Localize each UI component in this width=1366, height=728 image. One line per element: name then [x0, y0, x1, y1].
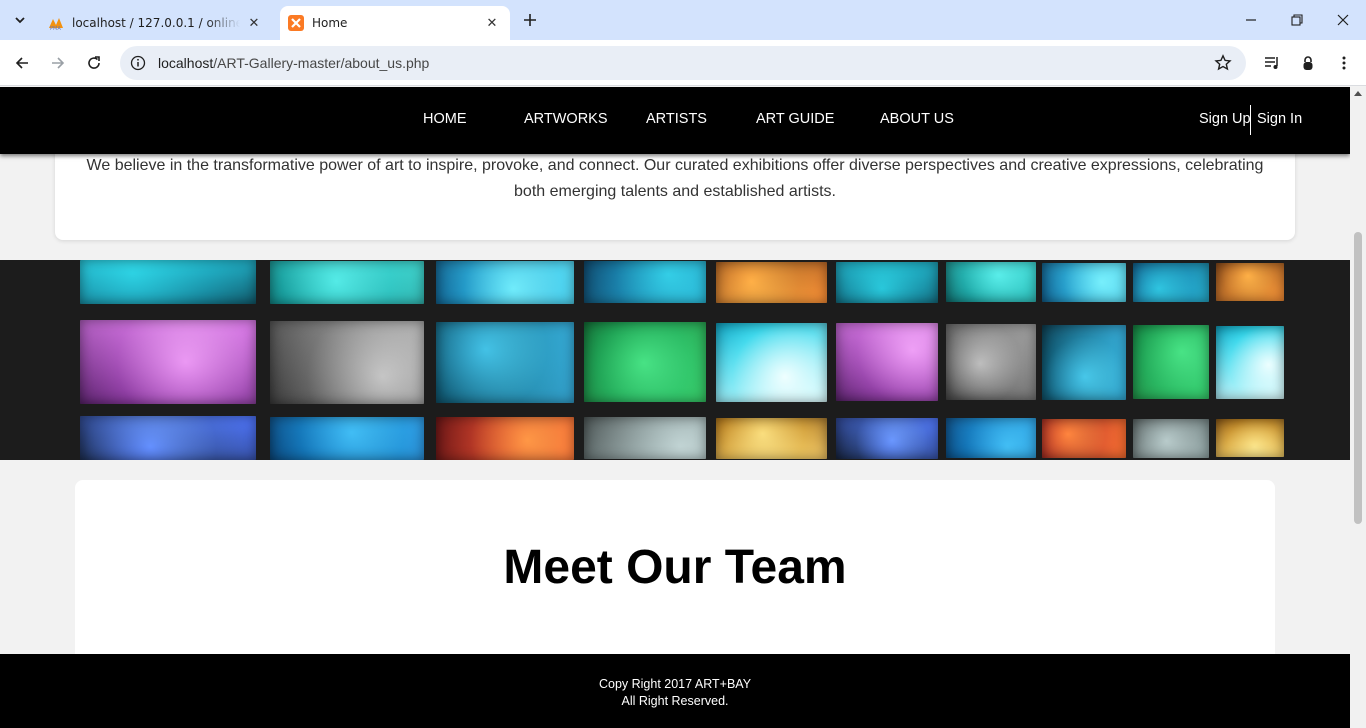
close-icon[interactable]: ✕	[484, 15, 500, 31]
plus-icon	[524, 14, 536, 26]
banner-screen-tile	[1042, 324, 1126, 400]
site-navbar: HOME ARTWORKS ARTISTS ART GUIDE ABOUT US…	[0, 87, 1350, 154]
lock-extension-icon	[1303, 56, 1313, 70]
new-tab-button[interactable]	[520, 10, 540, 30]
banner-screen-tile	[1133, 325, 1209, 399]
banner-screen-tile	[1133, 418, 1209, 458]
banner-screen-tile	[436, 321, 574, 403]
back-button[interactable]	[10, 51, 34, 75]
media-queue-icon	[1265, 57, 1278, 69]
bookmark-star-icon[interactable]	[1214, 54, 1232, 72]
banner-screen-tile	[270, 260, 424, 304]
banner-screen-tile	[1133, 262, 1209, 302]
banner-screen-tile	[946, 418, 1036, 458]
close-window-button[interactable]	[1331, 8, 1355, 32]
arrow-right-icon	[52, 57, 65, 69]
reload-icon	[88, 56, 100, 69]
page-viewport: HOME ARTWORKS ARTISTS ART GUIDE ABOUT US…	[0, 87, 1350, 728]
banner-screen-tile	[80, 320, 256, 404]
banner-screen-tile	[1216, 325, 1284, 399]
browser-menu-button[interactable]	[1332, 51, 1356, 75]
tab-title: localhost / 127.0.0.1 / online_art_galle…	[72, 16, 240, 30]
nav-about-us-link[interactable]: ABOUT US	[880, 111, 954, 127]
banner-screen-tile	[80, 260, 256, 304]
scrollbar-thumb[interactable]	[1354, 232, 1362, 524]
banner-screen-tile	[584, 261, 706, 303]
close-icon	[1337, 14, 1349, 26]
close-icon[interactable]: ✕	[246, 15, 262, 31]
banner-screen-tile	[716, 417, 827, 459]
site-info-icon[interactable]	[130, 55, 146, 71]
banner-screen-tile	[80, 416, 256, 460]
extension-button[interactable]	[1296, 51, 1320, 75]
tab-search-button[interactable]	[8, 8, 32, 32]
scroll-up-arrow-icon[interactable]	[1354, 91, 1362, 96]
restore-button[interactable]	[1285, 8, 1309, 32]
banner-screen-tile	[436, 260, 574, 304]
more-vertical-icon	[1342, 56, 1346, 70]
banner-screen-tile	[836, 323, 938, 401]
gallery-banner-image	[0, 260, 1350, 460]
tab-home[interactable]: Home ✕	[280, 6, 510, 40]
nav-artists-link[interactable]: ARTISTS	[646, 111, 707, 127]
forward-button[interactable]	[46, 51, 70, 75]
minimize-icon	[1246, 19, 1256, 21]
banner-screen-tile	[436, 416, 574, 460]
banner-screen-tile	[584, 322, 706, 402]
reload-button[interactable]	[82, 51, 106, 75]
chevron-down-icon	[15, 17, 25, 24]
nav-artworks-link[interactable]: ARTWORKS	[524, 111, 608, 127]
sign-up-link[interactable]: Sign Up	[1199, 111, 1251, 127]
about-text: We believe in the transformative power o…	[86, 157, 1264, 200]
tab-title: Home	[312, 16, 348, 30]
svg-text:PMA: PMA	[50, 26, 61, 31]
sign-in-link[interactable]: Sign In	[1257, 111, 1302, 127]
banner-screen-tile	[946, 262, 1036, 302]
url-host: localhost	[158, 55, 214, 71]
nav-home-link[interactable]: HOME	[423, 111, 467, 127]
site-footer: Copy Right 2017 ART+BAY All Right Reserv…	[0, 654, 1350, 728]
banner-screen-tile	[836, 417, 938, 459]
footer-rights: All Right Reserved.	[621, 694, 729, 708]
restore-icon	[1291, 14, 1303, 26]
banner-screen-tile	[1216, 419, 1284, 457]
url-path: /ART-Gallery-master/about_us.php	[213, 55, 430, 71]
phpmyadmin-icon: PMA	[49, 18, 63, 31]
browser-tab-strip: PMA localhost / 127.0.0.1 / online_art_g…	[0, 0, 1366, 40]
banner-screen-tile	[270, 320, 424, 404]
media-control-button[interactable]	[1260, 51, 1284, 75]
banner-screen-tile	[270, 416, 424, 460]
banner-screen-tile	[836, 261, 938, 303]
url-text: localhost/ART-Gallery-master/about_us.ph…	[158, 55, 429, 71]
arrow-left-icon	[15, 57, 28, 69]
banner-screen-tile	[584, 417, 706, 459]
minimize-button[interactable]	[1239, 8, 1263, 32]
banner-screen-tile	[1042, 262, 1126, 302]
team-heading: Meet Our Team	[503, 541, 847, 594]
team-section: Meet Our Team	[75, 480, 1275, 680]
xampp-icon	[288, 15, 304, 31]
nav-art-guide-link[interactable]: ART GUIDE	[756, 111, 834, 127]
address-bar[interactable]: localhost/ART-Gallery-master/about_us.ph…	[120, 46, 1246, 80]
footer-copyright: Copy Right 2017 ART+BAY	[598, 677, 752, 691]
browser-toolbar: localhost/ART-Gallery-master/about_us.ph…	[0, 40, 1366, 86]
nav-divider	[1250, 105, 1251, 135]
banner-screen-tile	[716, 322, 827, 402]
tab-phpmyadmin[interactable]: PMA localhost / 127.0.0.1 / online_art_g…	[40, 6, 272, 40]
banner-screen-tile	[946, 324, 1036, 400]
banner-screen-tile	[1216, 263, 1284, 301]
page-scrollbar[interactable]	[1350, 87, 1366, 728]
banner-screen-tile	[1042, 418, 1126, 458]
banner-screen-tile	[716, 261, 827, 303]
